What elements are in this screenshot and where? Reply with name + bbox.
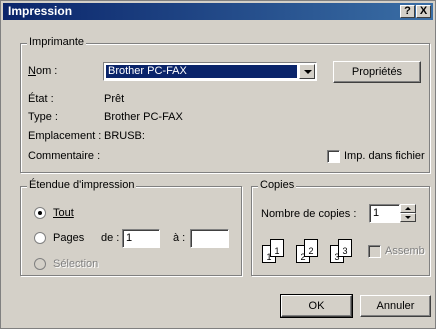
type-value: Brother PC-FAX xyxy=(104,111,183,123)
print-range-legend: Étendue d'impression xyxy=(27,179,137,191)
ok-button[interactable]: OK xyxy=(280,294,353,318)
close-button[interactable]: X xyxy=(416,5,431,18)
spin-down-button[interactable] xyxy=(400,213,416,222)
printer-name-value: Brother PC-FAX xyxy=(106,65,297,78)
properties-button[interactable]: Propriétés xyxy=(333,61,421,83)
from-input[interactable]: 1 xyxy=(122,229,160,248)
collate-label: Assemb xyxy=(385,245,425,257)
properties-label: Propriétés xyxy=(351,66,403,78)
comment-label: Commentaire : xyxy=(28,150,101,162)
radio-selected-dot xyxy=(38,211,42,215)
help-button[interactable]: ? xyxy=(400,5,415,18)
title-bar[interactable]: Impression ? X xyxy=(3,3,433,20)
location-value: BRUSB: xyxy=(104,130,145,142)
page-icon: 2 xyxy=(304,239,318,257)
collate-checkbox[interactable] xyxy=(368,245,381,258)
chevron-down-icon xyxy=(304,70,312,74)
collate-illustration-icon: 1 1 2 2 3 3 xyxy=(262,237,362,267)
state-label: État : xyxy=(28,93,54,105)
cancel-button[interactable]: Annuler xyxy=(360,295,431,317)
copies-count-label: Nombre de copies : xyxy=(261,208,357,220)
printer-name-combo[interactable]: Brother PC-FAX xyxy=(103,62,317,81)
combo-dropdown-button[interactable] xyxy=(299,64,315,79)
copies-count-input[interactable]: 1 xyxy=(369,204,400,223)
arrow-up-icon xyxy=(405,207,411,210)
radio-selection[interactable] xyxy=(34,258,46,270)
to-input[interactable] xyxy=(190,229,229,248)
print-to-file-checkbox[interactable] xyxy=(327,150,340,163)
location-label: Emplacement : xyxy=(28,130,102,142)
radio-selection-label: Sélection xyxy=(53,258,99,270)
ok-label: OK xyxy=(308,300,325,312)
arrow-down-icon xyxy=(405,216,411,219)
cancel-label: Annuler xyxy=(376,300,415,312)
radio-pages[interactable] xyxy=(34,232,46,244)
radio-all[interactable] xyxy=(34,207,46,219)
state-value: Prêt xyxy=(104,93,125,105)
copies-legend: Copies xyxy=(258,179,297,191)
page-icon: 1 xyxy=(270,239,284,257)
copies-spinner[interactable] xyxy=(400,204,416,222)
radio-all-label: Tout xyxy=(53,207,74,219)
spin-up-button[interactable] xyxy=(400,204,416,213)
page-icon: 3 xyxy=(338,239,352,257)
to-label: à : xyxy=(173,232,186,244)
dialog-title: Impression xyxy=(8,4,73,18)
from-label: de : xyxy=(101,232,120,244)
printer-group-legend: Imprimante xyxy=(27,36,87,48)
type-label: Type : xyxy=(28,111,58,123)
name-label: Nom : xyxy=(28,65,58,77)
print-to-file-label: Imp. dans fichier xyxy=(344,150,425,162)
radio-pages-label: Pages xyxy=(53,232,85,244)
print-dialog: Impression ? X Imprimante Nom : Brother … xyxy=(0,0,436,329)
